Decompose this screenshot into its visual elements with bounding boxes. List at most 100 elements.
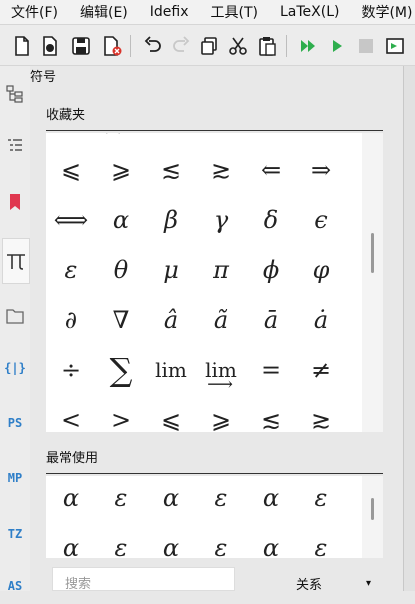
chevron-down-icon[interactable]: ▾ (366, 578, 371, 589)
most-used-header: 最常使用 (46, 447, 383, 474)
symbol-cell[interactable]: ε (96, 523, 146, 558)
new-file-icon[interactable] (11, 35, 33, 57)
favorites-row: ε θ μ π ϕ φ (46, 245, 362, 295)
symbol-cell[interactable]: ⇐ (246, 145, 296, 195)
compile-icon[interactable] (326, 35, 348, 57)
symbol-cell[interactable]: π (196, 245, 246, 295)
scrollbar-thumb[interactable] (371, 498, 374, 520)
build-and-view-icon[interactable] (297, 35, 319, 57)
view-icon[interactable] (384, 35, 406, 57)
symbol-cell[interactable]: < (46, 395, 96, 432)
redo-icon[interactable] (170, 35, 192, 57)
save-icon[interactable] (70, 35, 92, 57)
symbol-cell[interactable]: ≠ (296, 345, 346, 395)
symbol-cell[interactable]: ⩾ (96, 145, 146, 195)
symbol-cell[interactable]: δ (246, 195, 296, 245)
braces-icon-glyph: {|} (4, 361, 26, 375)
menu-edit[interactable]: 编辑(E) (69, 2, 128, 22)
symbol-cell[interactable]: ã (196, 295, 246, 345)
arrow-under-icon: ⟶ (207, 374, 233, 395)
symbol-cell[interactable]: ⟺ (46, 195, 96, 245)
favorites-row: ⩽ ⩾ ≲ ≳ ⇐ ⇒ (46, 145, 362, 195)
symbol-search-input[interactable]: 搜索 (52, 567, 235, 592)
symbol-cell[interactable]: α (96, 195, 146, 245)
menu-file[interactable]: 文件(F) (0, 2, 58, 22)
bookmark-icon[interactable] (2, 184, 28, 220)
favorites-row: ⟺ α β γ δ ϵ (46, 195, 362, 245)
editor-edge (403, 66, 415, 591)
symbol-cell[interactable]: ⇒ (296, 145, 346, 195)
symbol-cell[interactable]: ≲ (246, 395, 296, 432)
category-select[interactable]: 关系 (296, 574, 322, 593)
undo-icon[interactable] (142, 35, 164, 57)
symbol-cell[interactable]: ⩾ (196, 395, 246, 432)
sidebar-item-as[interactable]: AS (2, 568, 28, 604)
files-icon[interactable] (2, 298, 28, 334)
favorites-row: ÷ ∑ lim lim ⟶ = ≠ (46, 345, 362, 395)
symbols-pi-icon[interactable] (2, 238, 30, 284)
symbol-cell[interactable]: μ (146, 245, 196, 295)
symbol-cell[interactable]: ā (246, 295, 296, 345)
toolbar-separator (130, 35, 131, 57)
symbol-cell[interactable]: ε (196, 476, 246, 523)
symbol-cell[interactable]: ε (46, 245, 96, 295)
symbol-cell[interactable]: α (146, 523, 196, 558)
sidebar-item-mp[interactable]: MP (2, 460, 28, 496)
menu-bar: 文件(F) 编辑(E) Idefix 工具(T) LaTeX(L) 数学(M) (0, 0, 415, 25)
symbol-cell[interactable]: ε (296, 476, 346, 523)
copy-icon[interactable] (198, 35, 220, 57)
symbol-cell[interactable]: ∇ (96, 295, 146, 345)
symbol-cell[interactable]: ε (296, 523, 346, 558)
favorites-grid: ⌒ ⩽ ⩾ ≲ ≳ ⇐ ⇒ ⟺ α β γ δ ϵ ε θ μ π ϕ φ ∂ … (46, 133, 362, 432)
symbol-cell[interactable]: ϕ (246, 245, 296, 295)
symbol-cell[interactable]: ⩽ (146, 395, 196, 432)
symbol-cell[interactable]: ∂ (46, 295, 96, 345)
most-used-section: 最常使用 (46, 447, 383, 474)
symbol-cell[interactable]: ϵ (296, 195, 346, 245)
symbol-cell[interactable]: lim (146, 345, 196, 395)
symbol-cell[interactable]: ≳ (296, 395, 346, 432)
paste-icon[interactable] (256, 35, 278, 57)
favorites-scrollbar[interactable] (362, 133, 383, 432)
scrollbar-thumb[interactable] (371, 233, 374, 273)
symbol-cell[interactable]: α (246, 523, 296, 558)
todo-list-icon[interactable] (2, 128, 28, 164)
stop-icon[interactable] (355, 35, 377, 57)
symbol-cell[interactable]: γ (196, 195, 246, 245)
menu-math[interactable]: 数学(M) (350, 2, 412, 22)
braces-icon[interactable]: {|} (2, 350, 28, 386)
most-used-row: α ε α ε α ε (46, 476, 362, 523)
symbol-cell[interactable]: α (46, 476, 96, 523)
symbol-cell[interactable]: ȧ (296, 295, 346, 345)
symbol-cell[interactable]: α (246, 476, 296, 523)
symbol-cell[interactable]: lim ⟶ (196, 345, 246, 395)
symbol-cell[interactable]: φ (296, 245, 346, 295)
close-file-icon[interactable] (101, 35, 123, 57)
symbol-cell[interactable]: α (46, 523, 96, 558)
cut-icon[interactable] (227, 35, 249, 57)
symbol-cell[interactable]: ≲ (146, 145, 196, 195)
favorites-row: ∂ ∇ â ã ā ȧ (46, 295, 362, 345)
sidebar-item-ps[interactable]: PS (2, 405, 28, 441)
symbol-cell[interactable]: ε (96, 476, 146, 523)
symbol-cell[interactable]: θ (96, 245, 146, 295)
favorites-header: 收藏夹 (46, 104, 383, 131)
sidebar-item-tz[interactable]: TZ (2, 516, 28, 552)
symbol-cell[interactable]: α (146, 476, 196, 523)
most-used-scrollbar[interactable] (362, 476, 383, 558)
new-from-template-icon[interactable] (39, 35, 61, 57)
symbol-cell[interactable]: â (146, 295, 196, 345)
menu-tools[interactable]: 工具(T) (200, 2, 258, 22)
symbol-cell[interactable]: ≳ (196, 145, 246, 195)
menu-idefix[interactable]: Idefix (139, 4, 189, 20)
symbol-cell[interactable]: > (96, 395, 146, 432)
symbol-cell[interactable]: = (246, 345, 296, 395)
most-used-row: α ε α ε α ε (46, 523, 362, 558)
symbol-cell[interactable]: ÷ (46, 345, 96, 395)
symbol-cell[interactable]: ε (196, 523, 246, 558)
symbol-cell[interactable]: ⩽ (46, 145, 96, 195)
structure-icon[interactable] (2, 76, 28, 112)
menu-latex[interactable]: LaTeX(L) (269, 4, 339, 20)
symbol-cell[interactable]: β (146, 195, 196, 245)
symbol-cell[interactable]: ∑ (96, 345, 146, 395)
